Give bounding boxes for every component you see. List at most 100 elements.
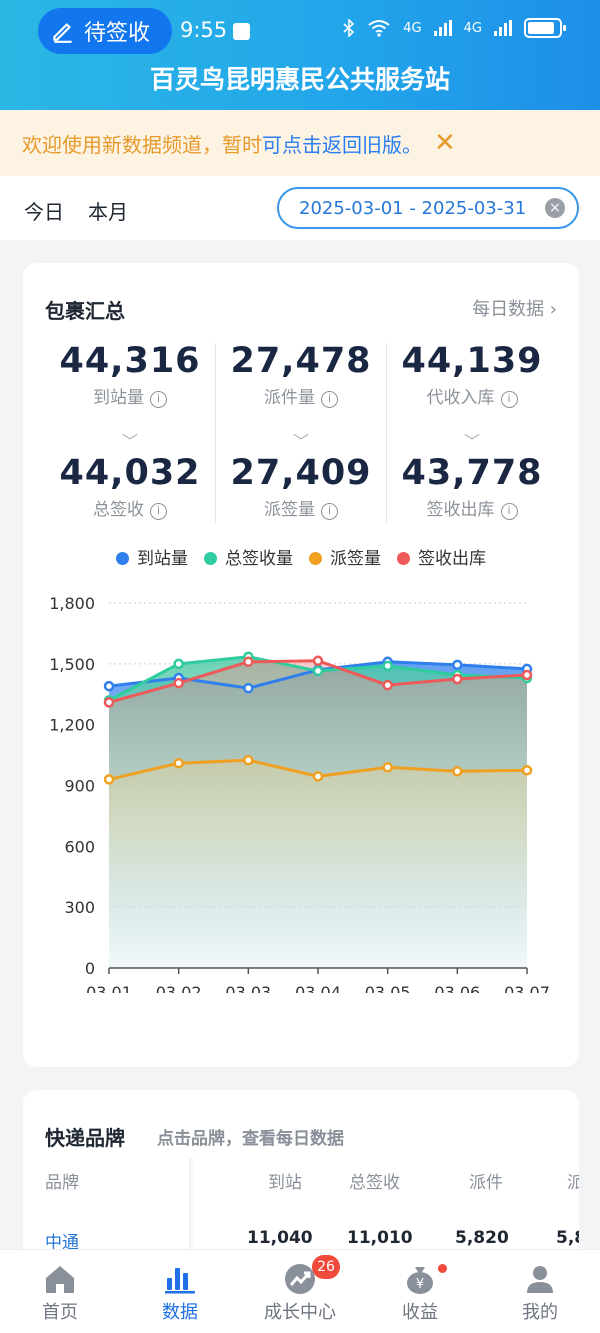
daily-data-link[interactable]: 每日数据 › [472, 295, 557, 321]
data-point[interactable] [312, 771, 324, 782]
stat-label: 派签量 [264, 500, 315, 520]
data-point[interactable] [173, 658, 184, 670]
stat-label: 派件量 [264, 388, 315, 408]
info-icon[interactable]: i [150, 503, 167, 520]
signal-label-1: 4G [403, 20, 422, 36]
chevron-down-icon: ﹀ [292, 432, 309, 451]
legend-dot [204, 552, 217, 565]
legend-dot [309, 552, 322, 565]
pill-label: 待签收 [84, 21, 151, 46]
series-area [109, 760, 527, 968]
y-tick-label: 600 [64, 837, 95, 856]
return-old-version-link[interactable]: 可点击返回旧版。 [262, 129, 422, 158]
tab-earnings[interactable]: ¥ 收益 [360, 1260, 480, 1324]
data-point[interactable] [173, 757, 184, 769]
data-point[interactable] [452, 659, 463, 671]
tab-label: 我的 [522, 1302, 558, 1323]
stat-stored[interactable]: 44,139 代收入库 i [387, 341, 557, 408]
close-notice-button[interactable]: ✕ [434, 128, 456, 158]
stat-value: 44,139 [401, 341, 543, 381]
user-icon [527, 1266, 553, 1293]
tab-this-month[interactable]: 本月 [88, 196, 128, 225]
tab-home[interactable]: 首页 [0, 1260, 120, 1324]
legend-dot [116, 552, 129, 565]
legend-item[interactable]: 签收出库 [397, 544, 486, 569]
data-point[interactable] [452, 673, 463, 685]
x-tick-label: 03.05 [365, 983, 411, 993]
divider [189, 1158, 195, 1258]
clock: 9:55 [180, 18, 228, 42]
data-point[interactable] [243, 754, 254, 766]
x-tick-label: 03.02 [156, 983, 202, 993]
stat-total-signed[interactable]: 44,032 总签收 i [45, 453, 215, 520]
money-bag-icon: ¥ [407, 1267, 433, 1294]
data-point[interactable] [103, 774, 115, 785]
brand-card-title: 快递品牌 [45, 1126, 125, 1150]
x-tick-label: 03.04 [295, 983, 341, 993]
data-point[interactable] [382, 660, 393, 672]
svg-text:¥: ¥ [416, 1277, 424, 1292]
y-tick-label: 1,800 [49, 594, 95, 613]
x-tick-label: 03.01 [86, 983, 132, 993]
legend-item[interactable]: 总签收量 [204, 544, 293, 569]
legend-label: 到站量 [137, 549, 188, 569]
tab-growth-center[interactable]: 成长中心 [240, 1260, 360, 1324]
clear-date-icon[interactable]: × [545, 198, 565, 218]
data-point[interactable] [312, 655, 324, 667]
data-point[interactable] [382, 679, 393, 691]
chevron-down-icon: ﹀ [121, 432, 138, 451]
earnings-red-dot [438, 1264, 447, 1273]
legend-label: 派签量 [330, 549, 381, 569]
data-point[interactable] [382, 762, 393, 773]
signal-icon [433, 20, 452, 36]
tab-label: 收益 [402, 1302, 438, 1323]
column-header-dispatched: 派件 [469, 1173, 503, 1193]
stat-label: 总签收 [93, 500, 144, 520]
data-point[interactable] [103, 680, 115, 692]
bottom-tab-bar: 首页 数据 成长中心 ¥ 收益 我的 [0, 1249, 600, 1333]
date-range-picker[interactable]: 2025-03-01 - 2025-03-31 × [277, 187, 579, 229]
date-filter-bar: 今日 本月 2025-03-01 - 2025-03-31 × [0, 176, 600, 240]
stat-value: 27,409 [230, 453, 372, 493]
stat-dispatched[interactable]: 27,478 派件量 i [216, 341, 386, 408]
data-point[interactable] [173, 677, 184, 689]
tab-profile[interactable]: 我的 [480, 1260, 600, 1324]
info-icon[interactable]: i [321, 503, 338, 520]
chart-legend: 到站量 总签收量 派签量 签收出库 [23, 544, 579, 569]
notice-text: 欢迎使用新数据频道，暂时 [22, 132, 262, 157]
legend-label: 总签收量 [225, 549, 293, 569]
legend-item[interactable]: 到站量 [116, 544, 188, 569]
stat-delivered-signed[interactable]: 27,409 派签量 i [216, 453, 386, 520]
data-point[interactable] [243, 682, 254, 694]
legend-dot [397, 552, 410, 565]
column-header-truncated: 派 [567, 1173, 579, 1193]
data-point[interactable] [452, 766, 463, 777]
chevron-down-icon: ﹀ [463, 432, 480, 451]
info-icon[interactable]: i [500, 391, 518, 408]
date-range-value: 2025-03-01 - 2025-03-31 [299, 197, 527, 219]
info-icon[interactable]: i [150, 391, 167, 408]
table-cell: 5,820 [455, 1228, 509, 1248]
line-chart: 0 300 600 900 1,200 1,500 1,800 03.01 03.02 03.03… [49, 594, 550, 993]
status-icons: 4G 4G [343, 18, 566, 38]
pending-sign-pill[interactable]: 待签收 [38, 8, 172, 54]
data-point[interactable] [521, 765, 533, 776]
data-point[interactable] [312, 665, 324, 677]
bar-chart-icon [165, 1268, 195, 1294]
data-point[interactable] [521, 669, 533, 681]
stat-value: 43,778 [401, 453, 543, 493]
info-icon[interactable]: i [500, 503, 518, 520]
stat-arrivals[interactable]: 44,316 到站量 i [45, 341, 215, 408]
y-tick-label: 1,200 [49, 716, 95, 735]
y-tick-label: 300 [64, 898, 95, 917]
tab-data[interactable]: 数据 [120, 1260, 240, 1324]
data-point[interactable] [243, 656, 254, 668]
battery-icon [524, 18, 566, 38]
legend-item[interactable]: 派签量 [309, 544, 381, 569]
package-summary-card: 包裹汇总 每日数据 › 44,316 到站量 i 27,478 派件量 i 44,1… [23, 263, 579, 1067]
data-point[interactable] [103, 697, 115, 708]
tab-today[interactable]: 今日 [24, 196, 64, 225]
x-tick-label: 03.07 [504, 983, 550, 993]
info-icon[interactable]: i [321, 391, 338, 408]
stat-signed-out[interactable]: 43,778 签收出库 i [387, 453, 557, 520]
